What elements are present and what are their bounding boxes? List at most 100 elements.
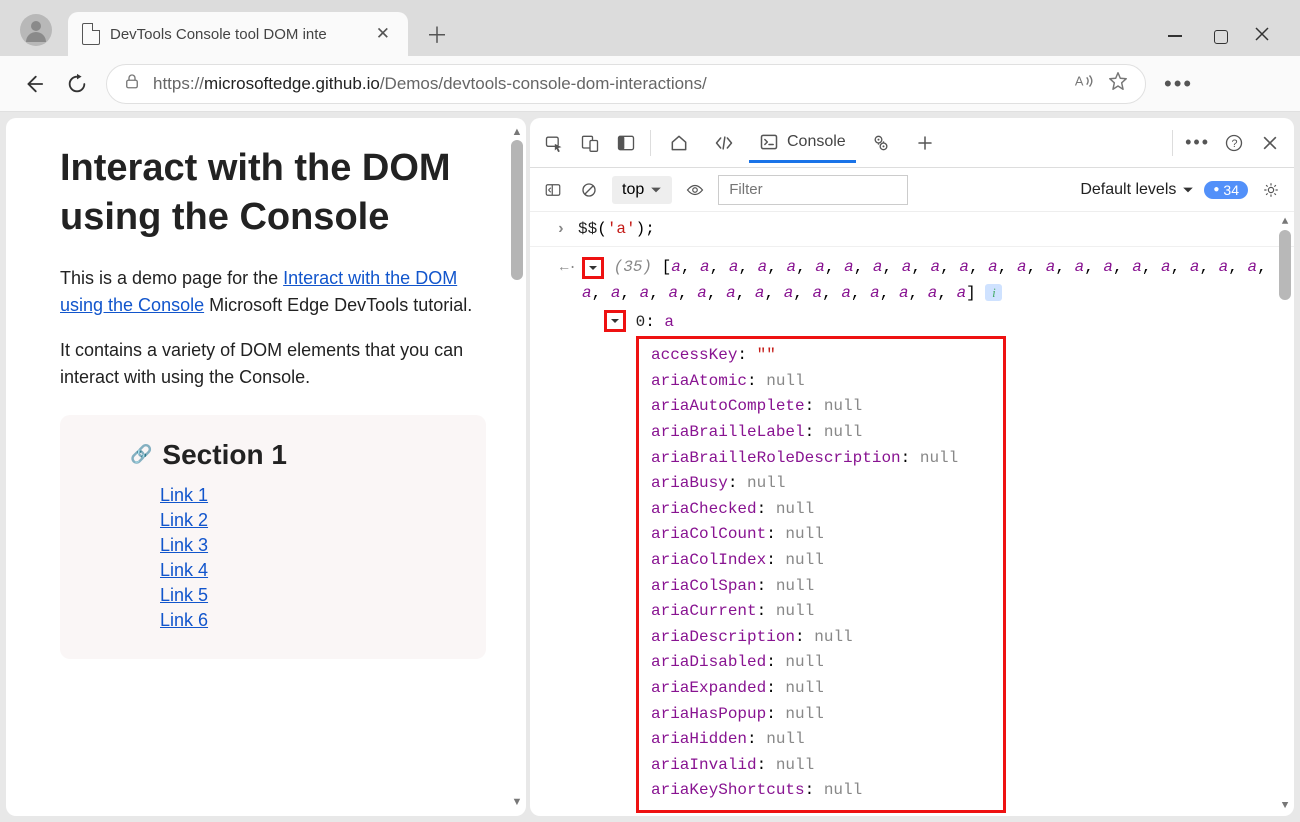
devtools-tabstrip: Console ••• ? (530, 118, 1294, 168)
issue-count: 34 (1223, 182, 1239, 198)
levels-label: Default levels (1080, 181, 1176, 199)
property-row[interactable]: ariaAtomic: null (651, 369, 991, 395)
log-levels-dropdown[interactable]: Default levels (1080, 181, 1194, 199)
help-icon[interactable]: ? (1218, 127, 1250, 159)
window-controls (1168, 26, 1300, 56)
page-heading: Interact with the DOM using the Console (60, 144, 486, 243)
more-tabs-button[interactable] (906, 126, 944, 160)
page-icon (82, 23, 100, 45)
list-item: Link 5 (160, 585, 462, 606)
live-expression-icon[interactable] (682, 177, 708, 203)
array-item-row[interactable]: 0: a accessKey: ""ariaAtomic: nullariaAu… (538, 310, 1288, 813)
issue-count-badge[interactable]: 34 (1204, 181, 1248, 199)
section-link[interactable]: Link 6 (160, 610, 208, 630)
close-tab-icon[interactable]: ✕ (372, 22, 394, 46)
close-devtools-icon[interactable] (1254, 127, 1286, 159)
console-scrollbar[interactable]: ▲ ▼ (1278, 216, 1292, 812)
back-button[interactable] (18, 69, 48, 99)
console-output: $$('a'); ←· (35) [a, a, a, a, a, a, a, a… (530, 212, 1294, 816)
property-row[interactable]: ariaKeyShortcuts: null (651, 778, 991, 804)
context-label: top (622, 181, 644, 199)
devtools-pane: Console ••• ? (530, 118, 1294, 816)
content-area: Interact with the DOM using the Console … (0, 112, 1300, 822)
property-row[interactable]: ariaHasPopup: null (651, 702, 991, 728)
context-dropdown[interactable]: top (612, 176, 672, 204)
section-link[interactable]: Link 5 (160, 585, 208, 605)
welcome-tab[interactable] (659, 125, 699, 161)
scroll-up-arrow[interactable]: ▲ (1282, 216, 1289, 228)
toggle-sidebar-icon[interactable] (540, 177, 566, 203)
array-index-value: a (664, 313, 674, 331)
lock-icon (123, 72, 141, 95)
clear-console-icon[interactable] (576, 177, 602, 203)
page-paragraph-1: This is a demo page for the Interact wit… (60, 265, 486, 319)
profile-avatar[interactable] (20, 14, 52, 46)
property-row[interactable]: ariaDisabled: null (651, 650, 991, 676)
scroll-down-arrow[interactable]: ▼ (512, 796, 523, 808)
browser-tab[interactable]: DevTools Console tool DOM inte ✕ (68, 12, 408, 56)
property-row[interactable]: ariaColIndex: null (651, 548, 991, 574)
cmd-fn: $$ (578, 220, 597, 238)
page-paragraph-2: It contains a variety of DOM elements th… (60, 337, 486, 391)
read-aloud-icon[interactable]: A (1073, 70, 1095, 97)
dock-side-icon[interactable] (610, 127, 642, 159)
property-row[interactable]: ariaInvalid: null (651, 753, 991, 779)
scroll-down-arrow[interactable]: ▼ (1282, 800, 1289, 812)
address-bar[interactable]: https://microsoftedge.github.io/Demos/de… (106, 64, 1146, 104)
refresh-button[interactable] (62, 69, 92, 99)
sources-tab-icon[interactable] (860, 125, 902, 161)
property-row[interactable]: ariaBrailleLabel: null (651, 420, 991, 446)
browser-toolbar: https://microsoftedge.github.io/Demos/de… (0, 56, 1300, 112)
property-row[interactable]: ariaAutoComplete: null (651, 394, 991, 420)
elements-tab[interactable] (703, 125, 745, 161)
minimize-button[interactable] (1168, 26, 1188, 46)
device-emulation-icon[interactable] (574, 127, 606, 159)
info-icon[interactable]: i (985, 284, 1002, 301)
maximize-button[interactable] (1214, 30, 1228, 44)
section-header: 🔗 Section 1 (130, 439, 462, 471)
property-row[interactable]: ariaExpanded: null (651, 676, 991, 702)
property-row[interactable]: ariaDescription: null (651, 625, 991, 651)
scroll-up-arrow[interactable]: ▲ (512, 126, 523, 138)
url-path: /Demos/devtools-console-dom-interactions… (380, 74, 707, 93)
browser-menu-button[interactable]: ••• (1160, 67, 1197, 101)
favorite-star-icon[interactable] (1107, 70, 1129, 97)
expand-array-caret[interactable] (582, 257, 604, 279)
scroll-thumb[interactable] (511, 140, 523, 280)
new-tab-button[interactable]: ＋ (408, 18, 466, 56)
property-row[interactable]: ariaColSpan: null (651, 574, 991, 600)
property-row[interactable]: accessKey: "" (651, 343, 991, 369)
property-row[interactable]: ariaBusy: null (651, 471, 991, 497)
section-link[interactable]: Link 2 (160, 510, 208, 530)
section-link[interactable]: Link 3 (160, 535, 208, 555)
devtools-menu-button[interactable]: ••• (1181, 128, 1214, 157)
expand-item-caret[interactable] (604, 310, 626, 332)
console-result: ←· (35) [a, a, a, a, a, a, a, a, a, a, a… (530, 247, 1294, 816)
anchor-link-icon[interactable]: 🔗 (130, 444, 152, 465)
close-window-button[interactable] (1254, 26, 1274, 46)
url-text: https://microsoftedge.github.io/Demos/de… (153, 74, 1061, 94)
console-toolbar: top Default levels 34 (530, 168, 1294, 212)
property-row[interactable]: ariaCurrent: null (651, 599, 991, 625)
filter-input[interactable] (718, 175, 908, 205)
console-command-row[interactable]: $$('a'); (530, 212, 1294, 247)
svg-text:?: ? (1232, 138, 1238, 150)
browser-titlebar: DevTools Console tool DOM inte ✕ ＋ (0, 0, 1300, 56)
scroll-thumb[interactable] (1279, 230, 1291, 300)
section-link[interactable]: Link 4 (160, 560, 208, 580)
inspect-element-icon[interactable] (538, 127, 570, 159)
property-row[interactable]: ariaColCount: null (651, 522, 991, 548)
page-scrollbar[interactable]: ▲ ▼ (510, 126, 524, 808)
console-tab[interactable]: Console (749, 124, 856, 163)
property-row[interactable]: ariaChecked: null (651, 497, 991, 523)
url-host: microsoftedge.github.io (204, 74, 380, 93)
console-settings-icon[interactable] (1258, 177, 1284, 203)
property-row[interactable]: ariaHidden: null (651, 727, 991, 753)
result-array-line[interactable]: ←· (35) [a, a, a, a, a, a, a, a, a, a, a… (538, 255, 1288, 306)
cmd-arg: 'a' (607, 220, 636, 238)
p1-post: Microsoft Edge DevTools tutorial. (204, 295, 472, 315)
section-link[interactable]: Link 1 (160, 485, 208, 505)
property-row[interactable]: ariaBrailleRoleDescription: null (651, 446, 991, 472)
section-card: 🔗 Section 1 Link 1 Link 2 Link 3 Link 4 Link… (60, 415, 486, 659)
object-properties: accessKey: ""ariaAtomic: nullariaAutoCom… (636, 336, 1006, 813)
